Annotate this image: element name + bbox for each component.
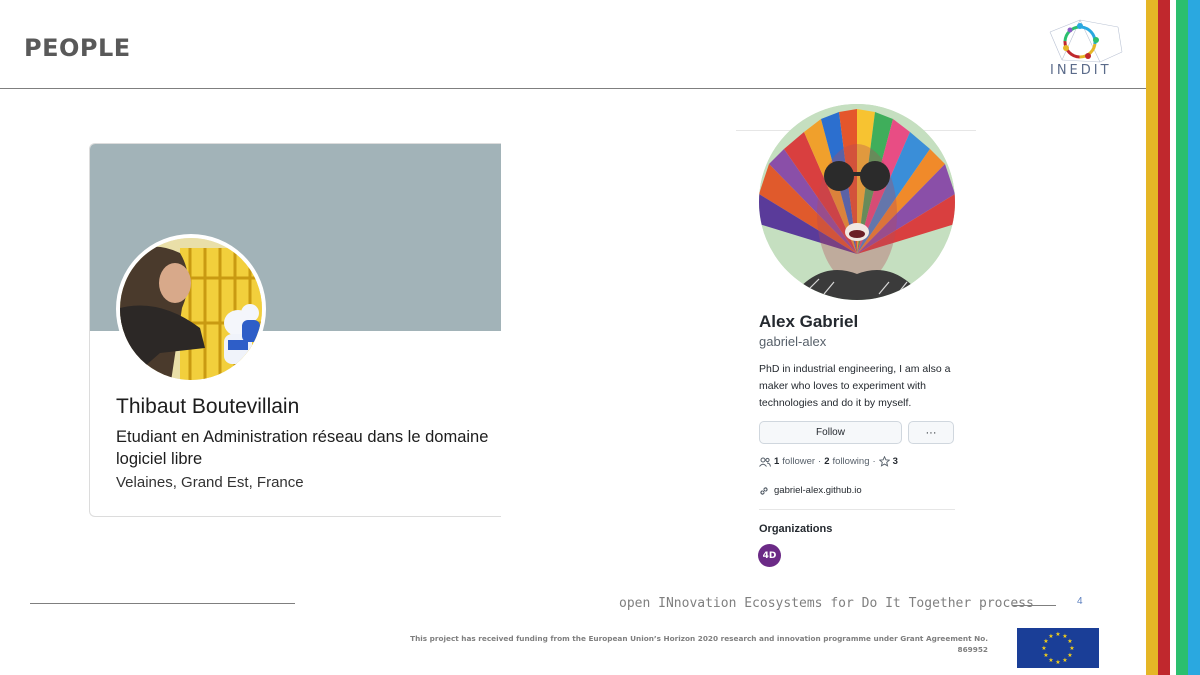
website-link[interactable]: gabriel-alex.github.io — [774, 485, 862, 496]
funding-text: This project has received funding from t… — [410, 634, 988, 643]
header-divider — [0, 88, 1146, 89]
grant-number: 869952 — [957, 645, 988, 654]
github-avatar[interactable] — [759, 104, 955, 300]
followers-count[interactable]: 1 — [774, 456, 779, 467]
eu-flag-icon: ★ ★★ ★★★ ★★★ ★★★ — [1017, 628, 1099, 668]
github-display-name: Alex Gabriel — [759, 312, 859, 331]
stats-separator: · — [872, 456, 876, 467]
svg-text:★: ★ — [1062, 657, 1067, 664]
linkedin-profile-card: Thibaut Boutevillain Etudiant en Adminis… — [89, 143, 501, 517]
following-count[interactable]: 2 — [824, 456, 829, 467]
svg-text:★: ★ — [1048, 633, 1053, 640]
svg-text:★: ★ — [1055, 631, 1060, 638]
stripe-red — [1158, 0, 1170, 675]
followers-label[interactable]: follower — [782, 456, 815, 467]
svg-text:★: ★ — [1067, 638, 1072, 645]
svg-text:★: ★ — [1067, 652, 1072, 659]
following-label[interactable]: following — [833, 456, 870, 467]
profile-headline: Etudiant en Administration réseau dans l… — [116, 428, 489, 468]
page-number: 4 — [1077, 596, 1083, 607]
follow-button[interactable]: Follow — [759, 421, 902, 444]
svg-text:★: ★ — [1055, 659, 1060, 666]
github-stats: 1 follower · 2 following · 3 — [759, 456, 898, 467]
profile-name: Thibaut Boutevillain — [116, 395, 300, 418]
stripe-white-gap — [1170, 0, 1176, 675]
stars-count[interactable]: 3 — [893, 456, 898, 467]
slide-title: PEOPLE — [24, 34, 131, 62]
funding-notice: This project has received funding from t… — [340, 633, 988, 655]
stripe-yellow — [1146, 0, 1158, 675]
footer-divider-right — [1012, 605, 1056, 606]
github-bio: PhD in industrial engineering, I am also… — [759, 363, 951, 409]
organization-avatar[interactable]: 4D — [758, 544, 781, 567]
link-icon — [760, 486, 768, 495]
footer-divider-left — [30, 603, 295, 604]
people-icon — [759, 457, 771, 467]
organizations-heading: Organizations — [759, 523, 833, 535]
profile-location: Velaines, Grand Est, France — [116, 474, 304, 491]
more-options-button[interactable]: ··· — [908, 421, 954, 444]
svg-text:★: ★ — [1041, 645, 1046, 652]
github-username: gabriel-alex — [759, 334, 827, 349]
github-website[interactable]: gabriel-alex.github.io — [759, 485, 862, 496]
github-divider — [759, 509, 955, 510]
stats-separator: · — [818, 456, 822, 467]
stripe-green — [1176, 0, 1188, 675]
footer-tagline: open INnovation Ecosystems for Do It Tog… — [619, 596, 1034, 611]
logo-text: INEDIT — [1050, 63, 1112, 78]
svg-text:★: ★ — [1043, 652, 1048, 659]
avatar[interactable] — [116, 234, 266, 384]
stripe-blue — [1188, 0, 1200, 675]
svg-text:★: ★ — [1048, 657, 1053, 664]
star-icon — [878, 456, 890, 467]
svg-text:★: ★ — [1069, 645, 1074, 652]
